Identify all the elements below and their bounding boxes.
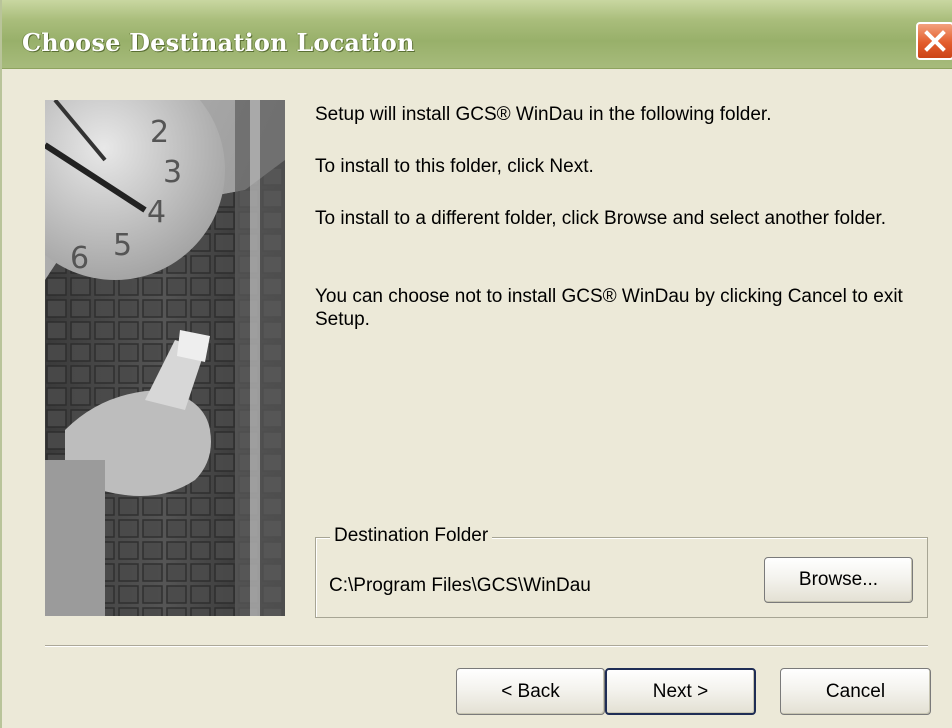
close-button[interactable]	[916, 22, 952, 60]
cancel-instruction-text: You can choose not to install GCS® WinDa…	[315, 286, 903, 330]
next-instruction-text: To install to this folder, click Next.	[315, 156, 594, 177]
building-clock-illustration: 2 3 4 5 6	[45, 100, 285, 616]
svg-text:4: 4	[147, 195, 166, 230]
dialog-title: Choose Destination Location	[22, 28, 415, 57]
title-bar[interactable]: Choose Destination Location	[2, 0, 952, 69]
close-icon	[924, 30, 946, 52]
svg-text:5: 5	[113, 228, 132, 263]
footer-separator	[45, 645, 928, 647]
browse-instruction-text: To install to a different folder, click …	[315, 208, 887, 229]
svg-text:6: 6	[70, 241, 89, 276]
setup-banner-image: 2 3 4 5 6	[45, 100, 285, 616]
destination-path: C:\Program Files\GCS\WinDau	[329, 575, 591, 596]
destination-folder-group: Destination Folder C:\Program Files\GCS\…	[315, 525, 928, 618]
intro-text: Setup will install GCS® WinDau in the fo…	[315, 104, 772, 125]
destination-folder-label: Destination Folder	[330, 525, 493, 547]
setup-dialog: Choose Destination Location 2 3 4 5 6 Se…	[0, 0, 952, 728]
browse-button[interactable]: Browse...	[764, 557, 913, 603]
svg-text:2: 2	[150, 115, 169, 150]
svg-text:3: 3	[163, 155, 182, 190]
back-button[interactable]: < Back	[456, 668, 605, 715]
cancel-button[interactable]: Cancel	[780, 668, 931, 715]
next-button[interactable]: Next >	[605, 668, 756, 715]
